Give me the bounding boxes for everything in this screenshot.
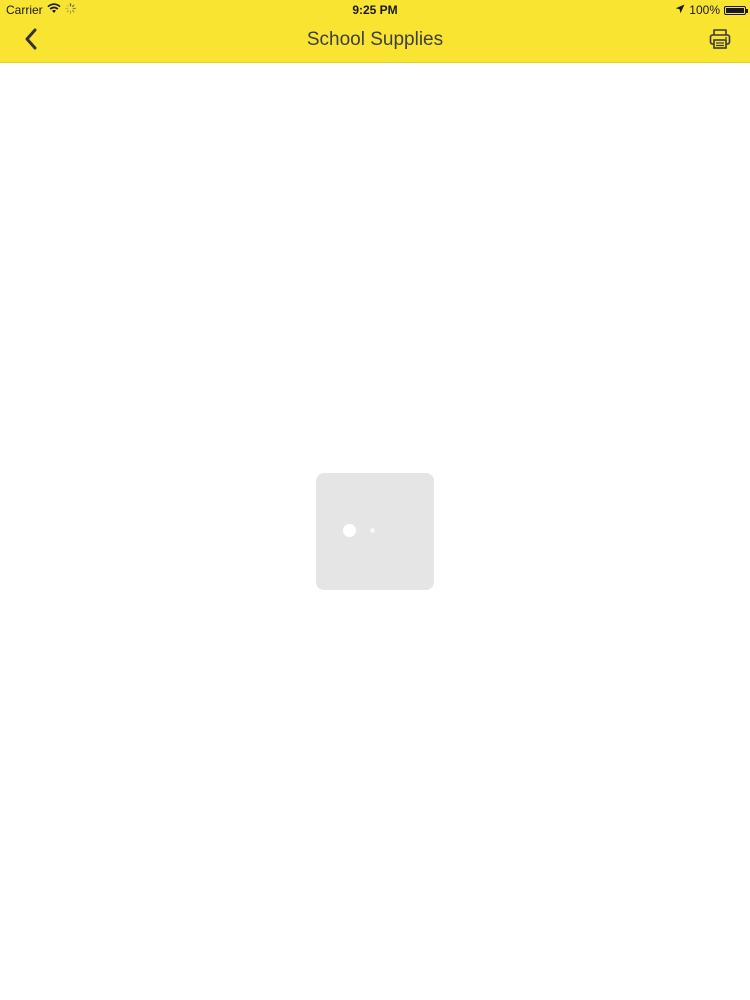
page-title: School Supplies: [306, 29, 444, 50]
battery-fill: [726, 7, 744, 13]
loading-dot: [370, 528, 375, 533]
battery-icon: [724, 5, 748, 15]
status-bar: Carrier 9:25 PM 100%: [0, 0, 750, 20]
status-time: 9:25 PM: [352, 3, 398, 17]
navigation-bar: School Supplies: [0, 20, 750, 63]
battery-percent: 100%: [689, 3, 720, 17]
status-right: 100%: [675, 3, 748, 17]
loading-dot: [343, 524, 356, 537]
print-button[interactable]: [706, 27, 734, 55]
printer-icon: [708, 27, 732, 56]
loading-indicator: [316, 473, 434, 590]
location-arrow-icon: [675, 3, 685, 17]
